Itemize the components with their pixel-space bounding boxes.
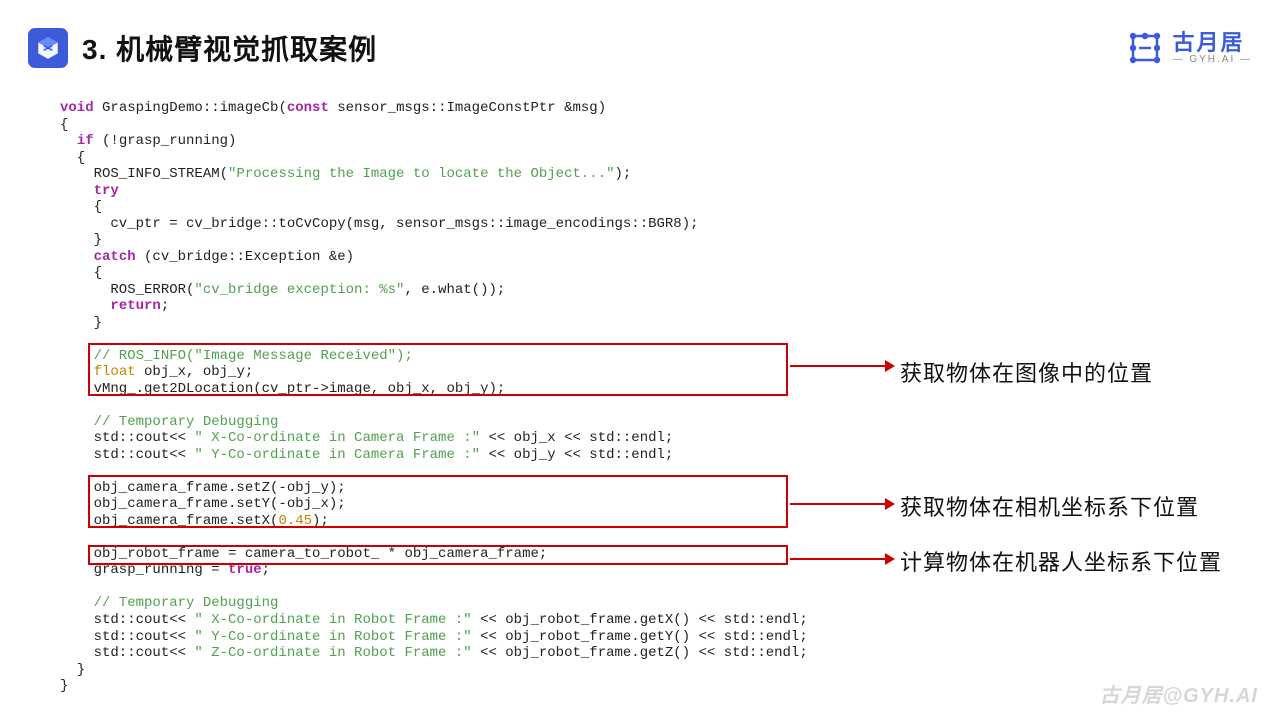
watermark: 古月居@GYH.AI <box>1100 679 1258 708</box>
brand-name: 古月居 <box>1173 32 1252 54</box>
brand-icon <box>1125 28 1165 68</box>
arrow-1 <box>790 360 895 372</box>
header: 3. 机械臂视觉抓取案例 古月居 — GYH.AI — <box>0 0 1280 76</box>
arrow-head-icon <box>885 360 895 372</box>
highlight-box-3 <box>88 545 788 565</box>
app-icon <box>28 28 68 68</box>
highlight-box-2 <box>88 475 788 528</box>
header-left: 3. 机械臂视觉抓取案例 <box>28 28 377 68</box>
arrow-head-icon <box>885 553 895 565</box>
brand-text-wrap: 古月居 — GYH.AI — <box>1173 32 1252 65</box>
annotation-3: 计算物体在机器人坐标系下位置 <box>900 545 1222 577</box>
page-title: 3. 机械臂视觉抓取案例 <box>82 28 377 68</box>
arrow-line <box>790 365 885 367</box>
code-block: void GraspingDemo::imageCb(const sensor_… <box>60 100 790 695</box>
arrow-head-icon <box>885 498 895 510</box>
arrow-2 <box>790 498 895 510</box>
brand-logo: 古月居 — GYH.AI — <box>1125 28 1252 68</box>
arrow-line <box>790 503 885 505</box>
arrow-3 <box>790 553 895 565</box>
arrow-line <box>790 558 885 560</box>
annotation-1: 获取物体在图像中的位置 <box>900 356 1153 388</box>
annotation-2: 获取物体在相机坐标系下位置 <box>900 490 1199 522</box>
highlight-box-1 <box>88 343 788 396</box>
brand-subtitle: — GYH.AI — <box>1173 55 1252 65</box>
